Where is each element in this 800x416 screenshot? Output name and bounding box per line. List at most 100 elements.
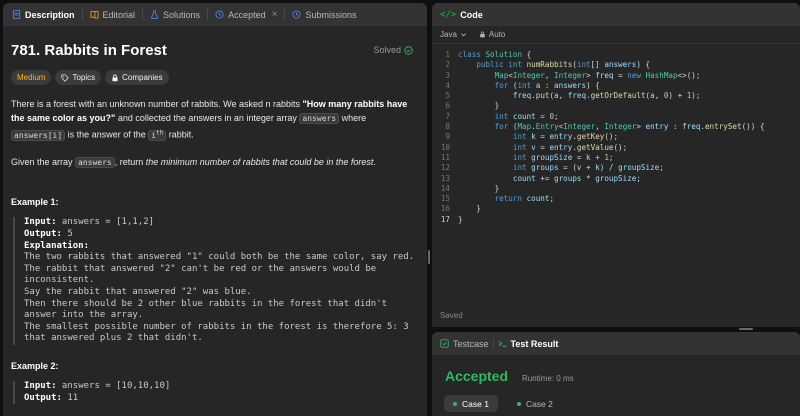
example-input: Input: answers = [1,1,2] [24, 217, 417, 229]
code-token: ()) { [741, 122, 765, 132]
code-line[interactable]: 16 } [432, 204, 800, 214]
code-line[interactable]: 8 for (Map.Entry<Integer, Integer> entry… [432, 122, 800, 132]
example-input: Input: answers = [10,10,10] [24, 381, 417, 393]
mode-toggle[interactable]: Auto [479, 30, 505, 39]
tab-divider [142, 9, 144, 20]
code-token: groupSize [618, 163, 660, 173]
line-number: 12 [440, 163, 450, 173]
code-line[interactable]: 9 int k = entry.getKey(); [432, 132, 800, 142]
tab-test-result[interactable]: Test Result [498, 339, 558, 349]
vertical-splitter[interactable] [428, 3, 430, 416]
tab-solutions[interactable]: Solutions [147, 3, 203, 26]
history-icon [292, 10, 301, 19]
code-line[interactable]: 7 int count = 0; [432, 112, 800, 122]
code-token: answers [554, 80, 587, 90]
code-text: int v = entry.getValue(); [458, 143, 627, 153]
code-token: } [458, 101, 500, 111]
code-token: Map [517, 122, 532, 132]
code-line[interactable]: 17} [432, 215, 800, 225]
problem-title[interactable]: 781. Rabbits in Forest [11, 42, 167, 59]
code-token: (); [613, 142, 628, 152]
tab-testcase[interactable]: Testcase [440, 339, 489, 349]
language-select[interactable]: Java [440, 30, 467, 39]
explanation-line: The two rabbits that answered "1" could … [24, 252, 415, 263]
code-token: Integer [563, 122, 596, 132]
tab-editorial[interactable]: Editorial [87, 3, 139, 26]
code-token: count [512, 173, 536, 183]
status-dot [516, 401, 521, 406]
code-text: int groups = (v + k) / groupSize; [458, 163, 664, 173]
code-line[interactable]: 12 int groups = (v + k) / groupSize; [432, 163, 800, 173]
line-number: 13 [440, 173, 450, 183]
code-token: ; [554, 111, 559, 121]
code-token: { [526, 50, 532, 59]
tab-submissions[interactable]: Submissions [289, 3, 359, 26]
code-token: [] [590, 60, 605, 70]
tab-accepted[interactable]: Accepted × [212, 3, 280, 26]
output-value: 5 [61, 229, 73, 240]
code-line[interactable]: 13 count += groups * groupSize; [432, 174, 800, 184]
problem-tags: Medium Topics Companies [11, 70, 417, 85]
code-line[interactable]: 10 int v = entry.getValue(); [432, 143, 800, 153]
output-label: Output: [24, 392, 62, 403]
code-token: put [535, 91, 550, 101]
code-text: } [458, 204, 481, 214]
line-number: 17 [440, 214, 450, 224]
code-icon: </> [440, 9, 457, 20]
line-number: 14 [440, 183, 450, 193]
code-line[interactable]: 5 freq.put(a, freq.getOrDefault(a, 0) + … [432, 91, 800, 101]
vertical-splitter-handle[interactable] [428, 250, 430, 264]
tab-editorial-label: Editorial [102, 9, 136, 20]
close-icon[interactable]: × [272, 9, 278, 20]
case-tab-2[interactable]: Case 2 [508, 395, 562, 412]
code-token: groups [531, 163, 559, 173]
code-line[interactable]: 4 for (int a : answers) { [432, 81, 800, 91]
line-number: 2 [445, 60, 450, 70]
terminal-icon [498, 340, 506, 347]
book-icon [90, 10, 99, 19]
line-number: 15 [440, 194, 450, 204]
code-line[interactable]: 15 return count; [432, 194, 800, 204]
example-2-heading: Example 2: [11, 361, 59, 371]
difficulty-badge: Medium [11, 70, 52, 85]
case-tab-1[interactable]: Case 1 [444, 395, 498, 412]
code-token: groupSize [531, 152, 573, 162]
code-token: freq [567, 91, 587, 101]
verdict: Accepted [445, 368, 509, 384]
task-text: Given the array [11, 157, 76, 168]
code-editor[interactable]: 1 class Solution {2 public int numRabbits… [432, 44, 800, 225]
code-token: public int [476, 60, 527, 70]
example-output: Output: 5 [24, 229, 417, 241]
code-token: ); [691, 91, 701, 101]
topics-button[interactable]: Topics [55, 70, 102, 85]
code-token: getValue [576, 142, 614, 152]
check-square-icon [440, 339, 449, 348]
code-panel: </> Code Java Auto 1 class Solution {2 pu… [432, 3, 800, 327]
code-token: = [535, 111, 550, 121]
tab-divider [207, 9, 209, 20]
code-token: > [636, 122, 646, 132]
explanation-line: The smallest possible number of rabbits … [24, 321, 409, 332]
code-token: ) { [586, 80, 600, 90]
horizontal-splitter-handle[interactable] [739, 328, 753, 330]
code-line[interactable]: 14 } [432, 184, 800, 194]
code-line[interactable]: 1 class Solution { [432, 50, 800, 60]
code-token: , [654, 91, 664, 101]
case-tabs: Case 1 Case 2 [444, 395, 800, 412]
lock-icon [480, 31, 485, 38]
code-line[interactable]: 2 public int numRabbits(int[] answers) { [432, 60, 800, 70]
code-token: int [494, 111, 513, 121]
code-line[interactable]: 3 Map<Integer, Integer> freq = new HashM… [432, 71, 800, 81]
code-line[interactable]: 11 int groupSize = k + 1; [432, 153, 800, 163]
inline-code: ith [148, 129, 167, 142]
code-token: class [458, 50, 486, 59]
tab-description[interactable]: Description [9, 3, 78, 26]
code-token: } [458, 204, 481, 214]
code-token: * [581, 173, 596, 183]
code-panel-header: </> Code [432, 3, 800, 26]
code-token: int [512, 163, 532, 173]
companies-button[interactable]: Companies [105, 70, 169, 85]
code-line[interactable]: 6 } [432, 101, 800, 111]
